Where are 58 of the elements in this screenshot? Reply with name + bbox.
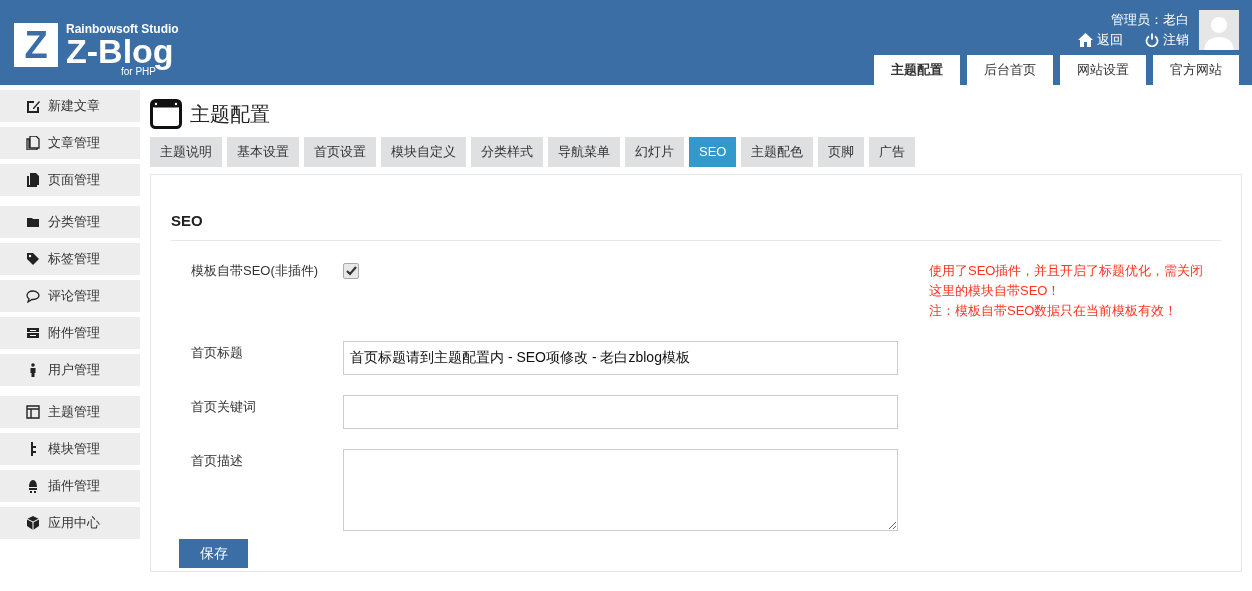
cube-icon: [26, 516, 40, 530]
settings-tab[interactable]: 广告: [869, 137, 916, 167]
settings-tab[interactable]: 模块自定义: [381, 137, 466, 167]
logout-link[interactable]: 注销: [1145, 30, 1189, 50]
tag-icon: [26, 252, 40, 266]
section-heading: SEO: [171, 212, 204, 230]
save-button[interactable]: 保存: [179, 539, 248, 568]
sidebar-item[interactable]: 新建文章: [0, 90, 140, 122]
sidebar-item[interactable]: 主题管理: [0, 396, 140, 428]
nav-tab[interactable]: 官方网站: [1153, 55, 1239, 85]
nav-tab[interactable]: 后台首页: [967, 55, 1053, 85]
sidebar-item[interactable]: 附件管理: [0, 317, 140, 349]
field-label: 首页关键词: [191, 398, 257, 416]
warning-note: 注：模板自带SEO数据只在当前模板有效！: [929, 302, 1179, 320]
page-icon: [26, 173, 40, 187]
nav-tab[interactable]: 主题配置: [874, 55, 960, 85]
settings-tab[interactable]: 分类样式: [471, 137, 543, 167]
logo-mark: Z: [14, 23, 58, 67]
settings-tab[interactable]: 幻灯片: [625, 137, 684, 167]
settings-tab[interactable]: 页脚: [818, 137, 865, 167]
edit-icon: [26, 99, 40, 113]
page-title: 主题配置: [190, 101, 270, 127]
studio-name: Rainbowsoft Studio: [66, 23, 179, 35]
nav-tab[interactable]: 网站设置: [1060, 55, 1146, 85]
field-label: 模板自带SEO(非插件): [191, 263, 320, 280]
field-label: 首页标题: [191, 344, 244, 362]
input-field[interactable]: 首页标题请到主题配置内 - SEO项修改 - 老白zblog模板: [343, 341, 898, 375]
sidebar-item[interactable]: 文章管理: [0, 127, 140, 159]
settings-tab[interactable]: 主题配色: [741, 137, 814, 167]
sidebar-item[interactable]: 模块管理: [0, 433, 140, 465]
settings-tab[interactable]: 首页设置: [304, 137, 376, 167]
avatar-icon[interactable]: [1199, 10, 1239, 50]
sidebar-item[interactable]: 页面管理: [0, 164, 140, 196]
sidebar-item[interactable]: 标签管理: [0, 243, 140, 275]
settings-tab[interactable]: 主题说明: [150, 137, 222, 167]
doc-icon: [26, 136, 40, 150]
input-field[interactable]: [343, 395, 898, 429]
box-icon: [26, 326, 40, 340]
sidebar-item[interactable]: 评论管理: [0, 280, 140, 312]
window-icon: [150, 99, 182, 129]
sidebar-item[interactable]: 插件管理: [0, 470, 140, 502]
sidebar-item[interactable]: 应用中心: [0, 507, 140, 539]
user-name: 管理员：老白: [1111, 11, 1189, 29]
plug-icon: [26, 479, 40, 493]
folder-icon: [26, 215, 40, 229]
comment-icon: [26, 289, 40, 303]
field-label: 首页描述: [191, 452, 244, 470]
settings-tab[interactable]: 基本设置: [227, 137, 299, 167]
back-link[interactable]: 返回: [1078, 30, 1123, 50]
text-area[interactable]: [343, 449, 898, 531]
sidebar-item[interactable]: 用户管理: [0, 354, 140, 386]
power-icon: [1145, 33, 1159, 47]
settings-tab[interactable]: 导航菜单: [548, 137, 620, 167]
warning-note: 使用了SEO插件，并且开启了标题优化，需关闭这里的模块自带SEO！: [929, 262, 1205, 300]
checkbox[interactable]: [343, 263, 359, 279]
layout-icon: [26, 405, 40, 419]
home-icon: [1078, 33, 1093, 47]
sidebar-item[interactable]: 分类管理: [0, 206, 140, 238]
